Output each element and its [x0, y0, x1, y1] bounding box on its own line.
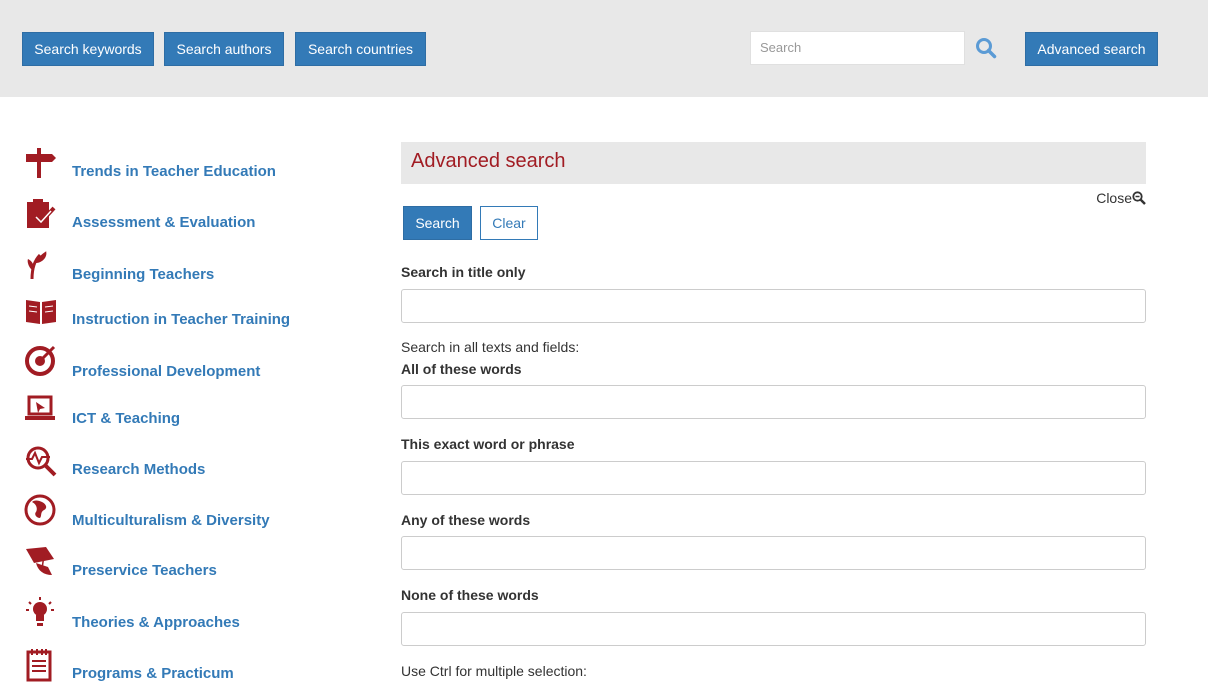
- sidebar-item-instruction[interactable]: Instruction in Teacher Training: [24, 296, 374, 336]
- sidebar-item-label: Trends in Teacher Education: [72, 163, 276, 180]
- magnifier-chart-icon: [26, 446, 57, 477]
- sidebar-item-trends[interactable]: Trends in Teacher Education: [24, 146, 374, 186]
- any-words-input[interactable]: [401, 536, 1146, 570]
- globe-icon: [24, 494, 56, 526]
- sidebar-item-label: Instruction in Teacher Training: [72, 311, 291, 328]
- search-input[interactable]: Search: [750, 31, 965, 65]
- sidebar-item-preservice[interactable]: Preservice Teachers: [24, 545, 374, 585]
- all-words-input[interactable]: [401, 385, 1146, 419]
- none-words-label: None of these words: [401, 587, 539, 603]
- sidebar-item-label: Preservice Teachers: [72, 562, 217, 579]
- sidebar-item-label: Professional Development: [72, 363, 261, 380]
- search-authors-button[interactable]: Search authors: [164, 32, 284, 66]
- sidebar-item-label: Multiculturalism & Diversity: [72, 512, 270, 529]
- category-sidebar: Trends in Teacher Education Assessment &…: [0, 97, 380, 683]
- ctrl-note: Use Ctrl for multiple selection:: [401, 663, 587, 679]
- close-link[interactable]: Close: [1096, 190, 1146, 206]
- exact-phrase-label: This exact word or phrase: [401, 436, 575, 452]
- close-label: Close: [1096, 190, 1132, 206]
- search-keywords-button[interactable]: Search keywords: [22, 32, 154, 66]
- page-title: Advanced search: [411, 150, 566, 172]
- sidebar-item-label: Beginning Teachers: [72, 266, 215, 283]
- exact-phrase-input[interactable]: [401, 461, 1146, 495]
- all-texts-note: Search in all texts and fields:: [401, 339, 580, 355]
- advanced-search-header: Advanced search: [401, 142, 1146, 184]
- advanced-search-button[interactable]: Advanced search: [1025, 32, 1158, 66]
- notepad-icon: [26, 649, 52, 682]
- search-icon[interactable]: [975, 37, 997, 59]
- title-only-label: Search in title only: [401, 264, 526, 280]
- sidebar-item-ict[interactable]: ICT & Teaching: [24, 393, 374, 433]
- sidebar-item-label: Assessment & Evaluation: [72, 214, 256, 231]
- clipboard-check-icon: [27, 199, 56, 228]
- target-icon: [25, 345, 56, 376]
- sidebar-item-theories[interactable]: Theories & Approaches: [24, 597, 374, 637]
- clear-button[interactable]: Clear: [480, 206, 538, 240]
- sidebar-item-label: Theories & Approaches: [72, 614, 240, 631]
- sidebar-item-assessment[interactable]: Assessment & Evaluation: [24, 197, 374, 237]
- sidebar-item-label: Programs & Practicum: [72, 665, 234, 682]
- none-words-input[interactable]: [401, 612, 1146, 646]
- sidebar-item-label: Research Methods: [72, 461, 206, 478]
- search-button[interactable]: Search: [403, 206, 472, 240]
- lightbulb-icon: [26, 597, 54, 626]
- title-only-input[interactable]: [401, 289, 1146, 323]
- search-countries-button[interactable]: Search countries: [295, 32, 426, 66]
- any-words-label: Any of these words: [401, 512, 531, 528]
- sidebar-item-multiculturalism[interactable]: Multiculturalism & Diversity: [24, 494, 374, 534]
- graduation-cap-icon: [26, 547, 54, 575]
- sidebar-item-label: ICT & Teaching: [72, 410, 181, 427]
- open-book-icon: [26, 300, 56, 324]
- sidebar-item-beginning[interactable]: Beginning Teachers: [24, 249, 374, 289]
- signpost-icon: [26, 148, 56, 178]
- sprout-icon: [27, 251, 47, 280]
- sidebar-item-programs[interactable]: Programs & Practicum: [24, 648, 374, 683]
- zoom-out-icon: [1132, 191, 1146, 205]
- sidebar-item-professional[interactable]: Professional Development: [24, 343, 374, 383]
- sidebar-item-research[interactable]: Research Methods: [24, 444, 374, 484]
- all-words-label: All of these words: [401, 361, 522, 377]
- laptop-icon: [25, 395, 55, 420]
- top-bar: Search keywords Search authors Search co…: [0, 0, 1208, 97]
